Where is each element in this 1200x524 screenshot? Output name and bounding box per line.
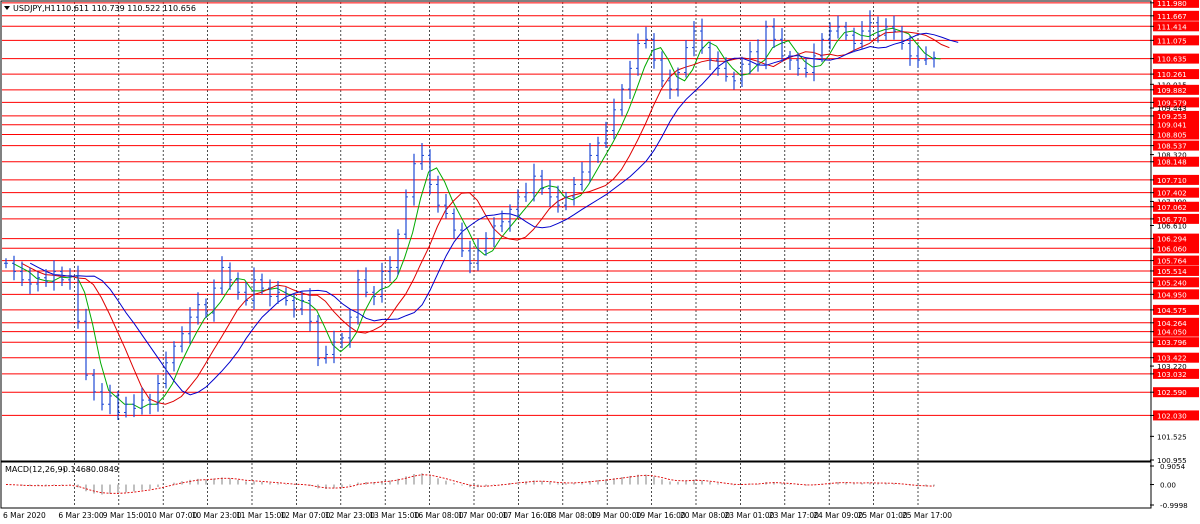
time-tick-label: 17 Mar 00:00 xyxy=(458,511,508,520)
price-tick-label: 108.537 xyxy=(1157,142,1187,151)
ohlc-label: 110.611 110.739 110.522 110.656 xyxy=(56,4,196,13)
time-tick-label: 10 Mar 07:00 xyxy=(147,511,197,520)
price-tick-label: 107.402 xyxy=(1157,189,1187,198)
time-tick-label: 12 Mar 07:00 xyxy=(280,511,330,520)
macd-tick-label: 0.9054 xyxy=(1160,462,1186,471)
price-tick-label: 102.030 xyxy=(1157,411,1187,420)
macd-label: MACD(12,26,9) xyxy=(5,465,66,474)
time-tick-label: 9 Mar 15:00 xyxy=(103,511,149,520)
price-tick-label: 102.590 xyxy=(1157,388,1187,397)
price-tick-label: 111.414 xyxy=(1157,22,1187,31)
time-tick-label: 13 Mar 15:00 xyxy=(369,511,419,520)
chart-canvas[interactable]: 111.980 111.667111.414 111.075 110.635 110.2… xyxy=(0,0,1200,524)
price-tick-label: 107.062 xyxy=(1157,203,1187,212)
macd-tick-label: 0.00 xyxy=(1160,481,1176,490)
time-tick-label: 24 Mar 09:00 xyxy=(813,511,863,520)
time-tick-label: 10 Mar 23:00 xyxy=(192,511,242,520)
price-tick-label: 111.667 xyxy=(1157,12,1187,21)
price-tick-label: 107.710 xyxy=(1157,176,1187,185)
price-tick-label: 104.264 xyxy=(1157,319,1187,328)
macd-tick-label: -0.9998 xyxy=(1160,501,1188,510)
price-tick-label: 108.148 xyxy=(1157,158,1187,167)
time-tick-label: 6 Mar 23:00 xyxy=(58,511,104,520)
price-tick-label: 104.950 xyxy=(1157,290,1187,299)
macd-header: MACD(12,26,9) -0.1468 -0.0849 xyxy=(5,465,119,474)
time-tick-label: 20 Mar 08:00 xyxy=(680,511,730,520)
time-tick-label: 25 Mar 17:00 xyxy=(902,511,952,520)
symbol-label: USDJPY,H1 xyxy=(13,4,56,13)
price-tick-label: 106.610 xyxy=(1157,222,1187,231)
chart-header: USDJPY,H1 110.611 110.739 110.522 110.65… xyxy=(4,4,196,13)
price-tick-label: 105.764 xyxy=(1157,257,1187,266)
price-tick-label: 104.050 xyxy=(1157,328,1187,337)
time-tick-label: 23 Mar 01:00 xyxy=(724,511,774,520)
price-tick-label: 103.796 xyxy=(1157,338,1187,347)
price-tick-label: 110.635 xyxy=(1157,55,1187,64)
time-tick-label: 12 Mar 23:00 xyxy=(325,511,375,520)
price-tick-label: 106.294 xyxy=(1157,235,1187,244)
price-tick-label: 111.980 xyxy=(1157,0,1187,8)
price-tick-label: 105.240 xyxy=(1157,278,1187,287)
price-tick-label: 111.075 xyxy=(1157,36,1187,45)
time-tick-label: 25 Mar 01:00 xyxy=(858,511,908,520)
time-tick-label: 17 Mar 16:00 xyxy=(502,511,552,520)
time-tick-label: 19 Mar 00:00 xyxy=(591,511,641,520)
price-tick-label: 109.041 xyxy=(1157,121,1187,130)
price-tick-label: 109.253 xyxy=(1157,112,1187,121)
time-tick-label: 6 Mar 2020 xyxy=(3,511,46,520)
time-tick-label: 19 Mar 16:00 xyxy=(636,511,686,520)
price-tick-label: 105.514 xyxy=(1157,267,1187,276)
time-tick-label: 16 Mar 08:00 xyxy=(414,511,464,520)
price-tick-label: 109.882 xyxy=(1157,86,1187,95)
price-tick-label: 101.525 xyxy=(1157,432,1187,441)
price-tick-label: 110.261 xyxy=(1157,70,1187,79)
price-tick-label: 106.060 xyxy=(1157,244,1187,253)
time-tick-label: 23 Mar 17:00 xyxy=(769,511,819,520)
macd-signal-value: -0.0849 xyxy=(88,465,119,474)
time-scale[interactable]: 6 Mar 2020 6 Mar 23:00 9 Mar 15:00 10 Mar 0… xyxy=(3,511,952,520)
price-tick-label: 108.805 xyxy=(1157,130,1187,139)
price-tick-label: 103.032 xyxy=(1157,370,1187,379)
macd-main-value: -0.1468 xyxy=(60,465,91,474)
price-tick-label: 104.575 xyxy=(1157,306,1187,315)
time-tick-label: 18 Mar 08:00 xyxy=(547,511,597,520)
time-tick-label: 11 Mar 15:00 xyxy=(236,511,286,520)
